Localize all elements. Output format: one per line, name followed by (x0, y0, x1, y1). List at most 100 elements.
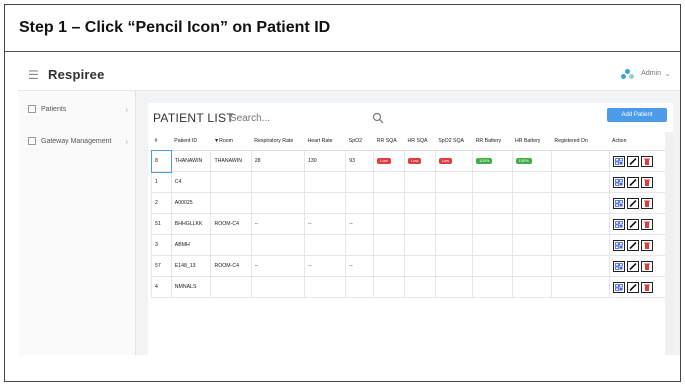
table-cell (511, 234, 552, 256)
table-cell (404, 276, 436, 298)
qr-icon[interactable] (612, 218, 625, 230)
sidebar-item-gateway-management[interactable]: Gateway Management › (28, 137, 128, 146)
hamburger-icon[interactable]: ☰ (28, 68, 39, 82)
trash-icon[interactable] (640, 281, 653, 293)
table-cell: 2 (151, 192, 172, 214)
table-row[interactable]: 1 C4 (151, 171, 674, 193)
table-cell (373, 234, 406, 256)
qr-icon[interactable] (612, 281, 625, 293)
sidebar-item-patients[interactable]: Patients › (28, 105, 128, 114)
table-cell (250, 192, 305, 214)
divider (5, 51, 680, 52)
trash-icon[interactable] (640, 155, 653, 167)
patient-table: # Patient ID ▼Room Respiratory Rate Heart Ra… (150, 132, 674, 298)
table-cell: Low (404, 150, 436, 172)
add-patient-button[interactable]: Add Patient (607, 108, 667, 122)
table-cell: 4 (151, 276, 172, 298)
status-badge: Low (377, 158, 391, 164)
column-header: SpO2 (345, 132, 374, 151)
table-cell (608, 192, 674, 214)
table-cell: 93 (345, 150, 375, 172)
pencil-icon[interactable] (626, 155, 639, 167)
table-cell (250, 276, 305, 298)
qr-icon[interactable] (612, 239, 625, 251)
table-row[interactable]: 8 THANAWIN THANAWIN 28 130 93 Low Low Low 100% 100… (150, 149, 674, 173)
column-header: Action (609, 132, 673, 151)
sidebar-item-label: Patients (41, 105, 67, 113)
page-title: PATIENT LIST (153, 111, 234, 125)
qr-icon[interactable] (612, 155, 625, 167)
table-cell: NMNALS (170, 276, 212, 298)
pencil-icon[interactable] (626, 281, 639, 293)
table-cell (404, 192, 436, 214)
table-cell (472, 171, 513, 193)
table-cell (404, 171, 436, 193)
table-cell: Low (434, 150, 474, 172)
column-header[interactable]: ▼Room (210, 132, 252, 151)
table-cell (303, 192, 347, 214)
trash-icon[interactable] (640, 260, 653, 272)
table-cell: -- (345, 255, 375, 277)
table-cell (345, 276, 375, 298)
table-cell: -- (303, 255, 347, 277)
table-cell (345, 192, 375, 214)
trash-icon[interactable] (640, 218, 653, 230)
table-cell (550, 150, 610, 172)
table-cell (434, 276, 474, 298)
table-row[interactable]: 57 E148_13 ROOM-C4 -- -- -- (151, 255, 674, 277)
table-cell: ABMH (170, 234, 212, 256)
qr-icon[interactable] (612, 197, 625, 209)
table-cell (345, 171, 375, 193)
patient-list-panel: PATIENT LIST Add Patient #Patient ID▼Roo… (148, 103, 674, 355)
table-cell (550, 255, 610, 277)
table-body: 8 THANAWIN THANAWIN 28 130 93 Low Low Low 100% 100… (150, 149, 674, 298)
table-cell (373, 192, 406, 214)
table-cell (472, 255, 513, 277)
table-cell (608, 150, 674, 172)
pencil-icon[interactable] (626, 260, 639, 272)
qr-icon[interactable] (612, 260, 625, 272)
column-header: HR Battery (512, 132, 552, 151)
table-row[interactable]: 4 NMNALS (151, 276, 674, 298)
table-cell (550, 213, 610, 235)
trash-icon[interactable] (640, 197, 653, 209)
chevron-down-icon[interactable]: ⌄ (664, 69, 671, 78)
table-cell: 100% (511, 150, 552, 172)
pencil-icon[interactable] (626, 176, 639, 188)
table-cell: ROOM-C4 (210, 213, 252, 235)
pencil-icon[interactable] (626, 239, 639, 251)
user-name[interactable]: Admin (641, 70, 661, 77)
table-cell: 1 (151, 171, 172, 193)
table-cell (373, 255, 406, 277)
table-cell (511, 171, 552, 193)
table-cell: 100% (472, 150, 513, 172)
user-avatar-icon (621, 69, 635, 81)
search-input[interactable] (228, 109, 382, 127)
search-icon[interactable] (372, 112, 384, 124)
trash-icon[interactable] (640, 239, 653, 251)
scrollbar[interactable] (665, 132, 673, 355)
table-cell: 8 (150, 149, 173, 173)
trash-icon[interactable] (640, 176, 653, 188)
table-cell (608, 255, 674, 277)
table-cell: THANAWIN (170, 150, 212, 172)
table-cell: -- (303, 213, 347, 235)
table-row[interactable]: 2 A00025 (151, 192, 674, 214)
pencil-icon[interactable] (626, 197, 639, 209)
table-cell: -- (345, 213, 375, 235)
table-cell (472, 276, 513, 298)
table-cell: 57 (151, 255, 172, 277)
table-cell: 51 (151, 213, 172, 235)
chevron-right-icon: › (125, 105, 128, 114)
table-cell (511, 192, 552, 214)
gateway-icon (28, 137, 36, 145)
pencil-icon[interactable] (626, 218, 639, 230)
table-cell (550, 171, 610, 193)
table-row[interactable]: 3 ABMH (151, 234, 674, 256)
table-cell (373, 276, 406, 298)
qr-icon[interactable] (612, 176, 625, 188)
table-cell (404, 255, 436, 277)
table-cell (434, 234, 474, 256)
column-header: RR Battery (472, 132, 513, 151)
table-row[interactable]: 51 BHHGLLKK ROOM-C4 -- -- -- (151, 213, 674, 235)
